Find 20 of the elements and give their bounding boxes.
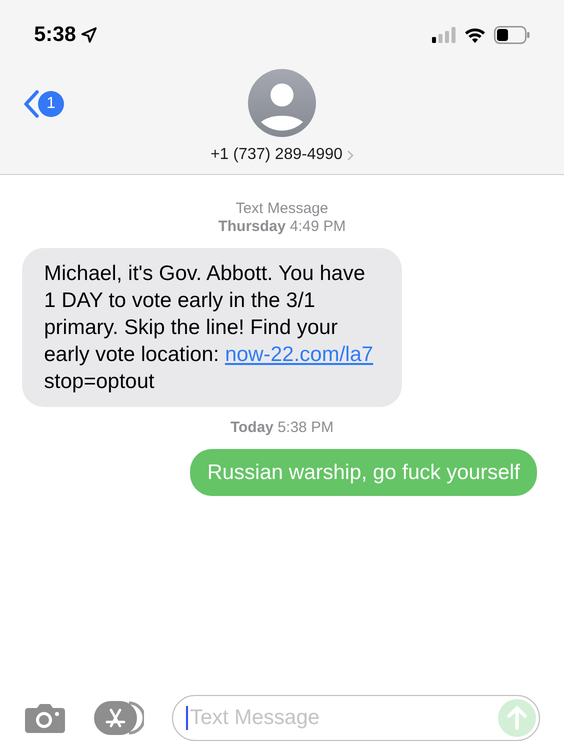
message-type-label: Text Message xyxy=(236,200,328,218)
app-store-icon[interactable] xyxy=(94,701,144,735)
message-input-field[interactable]: Text Message xyxy=(172,695,540,741)
incoming-message-bubble: Michael, it's Gov. Abbott. You have 1 DAY to vote early in the 3/1 primary. Skip the line! Find your early vote location: now-22.com/la7 stop=optout xyxy=(22,248,402,407)
message-timestamp: Today 5:38 PM xyxy=(230,419,334,437)
signal-icon xyxy=(432,27,456,43)
location-arrow-icon xyxy=(80,26,98,44)
outgoing-message-bubble: Russian warship, go fuck yourself xyxy=(190,449,537,496)
status-time: 5:38 xyxy=(34,22,76,48)
message-link[interactable]: now-22.com/la7 xyxy=(224,343,374,366)
camera-icon[interactable] xyxy=(24,702,66,734)
avatar-icon xyxy=(248,69,316,137)
message-timestamp: Thursday 4:49 PM xyxy=(218,218,346,236)
back-chevron-icon xyxy=(22,89,40,119)
battery-icon xyxy=(494,26,530,44)
wifi-icon xyxy=(464,27,486,43)
contact-name[interactable]: +1 (737) 289-4990 xyxy=(210,143,354,167)
back-button[interactable]: 1 xyxy=(22,89,64,119)
chevron-right-icon xyxy=(346,150,354,160)
unread-badge: 1 xyxy=(38,91,64,117)
